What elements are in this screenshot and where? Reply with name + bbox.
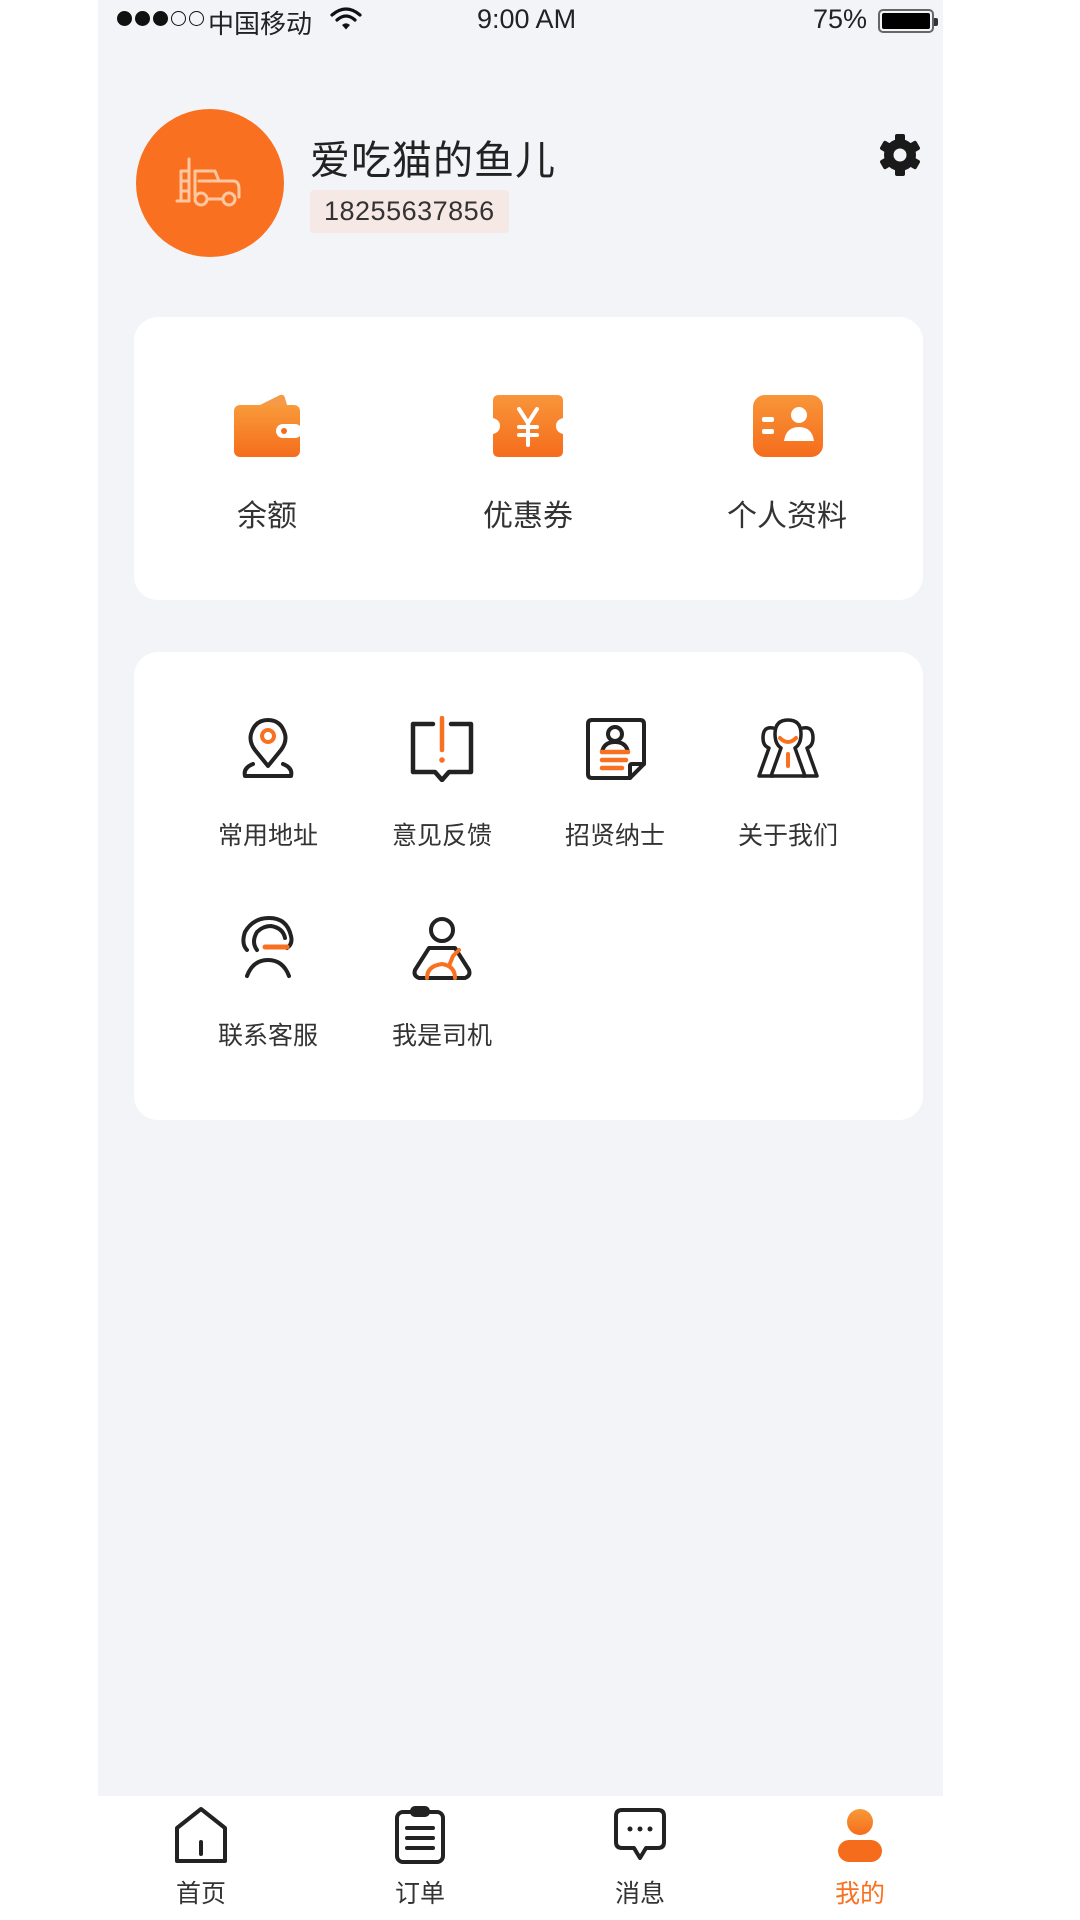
avatar[interactable] xyxy=(136,109,284,257)
service-label: 关于我们 xyxy=(737,821,838,850)
forklift-icon xyxy=(175,157,241,207)
status-bar: 中国移动 9:00 AM 75% xyxy=(98,0,943,42)
phone-screen: 中国移动 9:00 AM 75% 爱吃猫的鱼儿 18255637856 余额 优… xyxy=(98,0,943,1920)
service-recruitment[interactable]: 招贤纳士 xyxy=(530,716,700,852)
profile-card-icon xyxy=(753,395,823,457)
tab-label: 消息 xyxy=(614,1879,665,1908)
quick-action-balance[interactable]: 余额 xyxy=(167,393,367,535)
recruitment-icon xyxy=(586,718,646,780)
driver-icon xyxy=(412,917,472,980)
home-icon xyxy=(175,1807,227,1863)
wifi-icon xyxy=(330,7,362,30)
service-label: 常用地址 xyxy=(217,821,318,850)
quick-action-label: 优惠券 xyxy=(483,499,573,534)
service-common-addresses[interactable]: 常用地址 xyxy=(183,716,353,852)
customer-service-icon xyxy=(241,916,294,978)
service-about-us[interactable]: 关于我们 xyxy=(703,716,873,852)
tab-orders[interactable]: 订单 xyxy=(360,1806,480,1910)
carrier-name: 中国移动 xyxy=(208,10,313,40)
tab-home[interactable]: 首页 xyxy=(141,1806,261,1910)
user-icon xyxy=(838,1809,882,1862)
quick-action-label: 余额 xyxy=(237,499,297,534)
signal-strength-icon xyxy=(117,11,204,26)
status-time: 9:00 AM xyxy=(477,4,577,34)
service-feedback[interactable]: 意见反馈 xyxy=(357,715,527,852)
user-name: 爱吃猫的鱼儿 xyxy=(310,138,556,184)
coupon-icon xyxy=(493,395,563,457)
team-icon xyxy=(757,718,819,778)
tab-mine[interactable]: 我的 xyxy=(800,1806,920,1910)
wallet-icon xyxy=(234,394,302,457)
service-label: 联系客服 xyxy=(217,1021,318,1050)
tab-label: 首页 xyxy=(175,1879,226,1908)
service-driver[interactable]: 我是司机 xyxy=(357,916,527,1052)
service-label: 意见反馈 xyxy=(391,821,492,850)
message-icon xyxy=(614,1808,666,1860)
gear-icon[interactable] xyxy=(876,131,924,179)
quick-action-profile[interactable]: 个人资料 xyxy=(687,393,887,535)
tab-label: 订单 xyxy=(394,1879,445,1908)
service-label: 招贤纳士 xyxy=(564,821,665,850)
feedback-icon xyxy=(410,715,474,783)
quick-actions-card: 余额 优惠券 个人资料 xyxy=(134,317,923,600)
user-phone-number: 18255637856 xyxy=(310,190,509,233)
location-pin-icon xyxy=(242,718,294,778)
battery-percent: 75% xyxy=(813,4,868,34)
services-card: 常用地址 意见反馈 招贤纳士 关于我们 联系客服 我是司机 xyxy=(134,652,923,1120)
orders-clipboard-icon xyxy=(395,1806,445,1864)
tab-messages[interactable]: 消息 xyxy=(580,1806,700,1910)
service-customer-support[interactable]: 联系客服 xyxy=(183,916,353,1052)
service-label: 我是司机 xyxy=(391,1021,492,1050)
bottom-tab-bar: 首页 订单 消息 我的 xyxy=(98,1796,943,1920)
battery-icon xyxy=(878,9,938,33)
quick-action-label: 个人资料 xyxy=(727,499,847,534)
tab-label: 我的 xyxy=(834,1879,885,1908)
quick-action-coupons[interactable]: 优惠券 xyxy=(428,393,628,535)
